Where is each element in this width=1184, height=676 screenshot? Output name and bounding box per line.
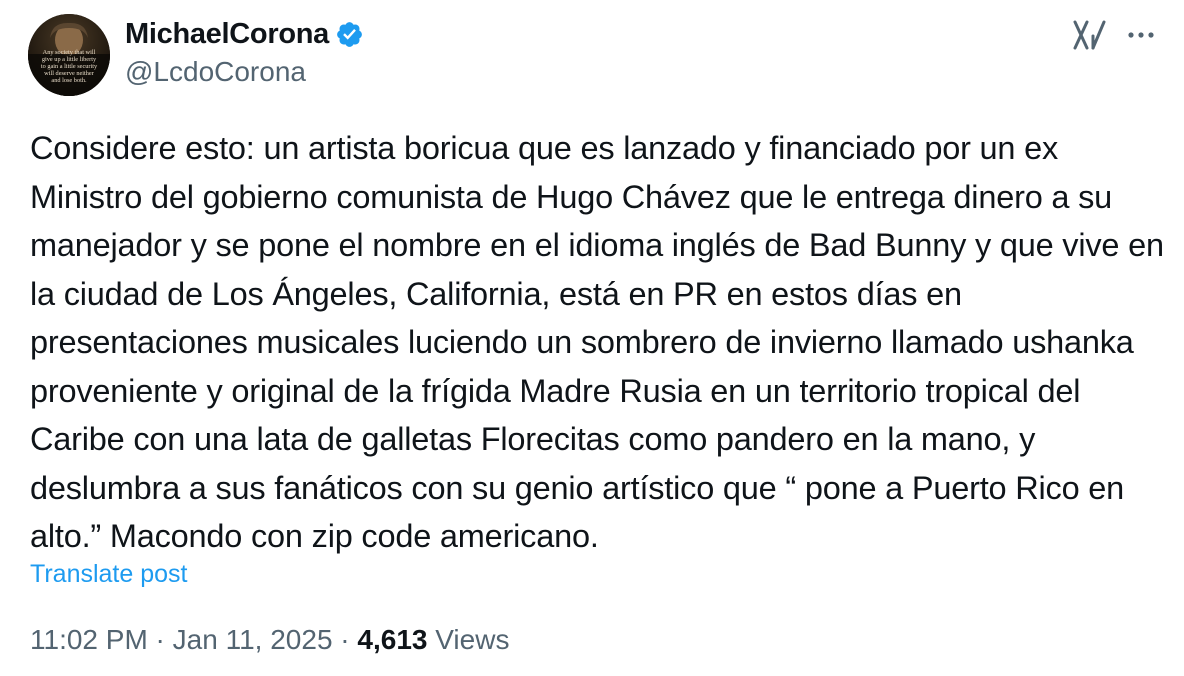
verified-badge-icon xyxy=(335,20,364,49)
avatar[interactable]: Any society that will give up a little l… xyxy=(28,14,110,96)
tweet-date[interactable]: Jan 11, 2025 xyxy=(173,624,333,655)
translate-post-link[interactable]: Translate post xyxy=(30,560,187,589)
views-label: Views xyxy=(435,624,510,655)
tweet-text: Considere esto: un artista boricua que e… xyxy=(30,130,1164,554)
meta-separator: · xyxy=(332,624,358,655)
svg-text:give up a little liberty: give up a little liberty xyxy=(42,56,97,63)
author-handle[interactable]: @LcdoCorona xyxy=(125,56,306,88)
author-name-row: MichaelCorona xyxy=(125,14,364,54)
views-count: 4,613 xyxy=(357,624,428,655)
svg-text:will deserve neither: will deserve neither xyxy=(44,70,95,77)
avatar-quote-text: Any society that will give up a little l… xyxy=(41,49,98,84)
tweet-metadata: 11:02 PM · Jan 11, 2025 · 4,613 Views xyxy=(30,624,509,656)
svg-text:and lose both.: and lose both. xyxy=(51,77,87,84)
svg-text:to gain a little security: to gain a little security xyxy=(41,63,98,70)
tweet-card: Any society that will give up a little l… xyxy=(0,0,1184,676)
tweet-time[interactable]: 11:02 PM xyxy=(30,624,148,655)
more-horizontal-icon[interactable] xyxy=(1124,20,1158,50)
author-display-name[interactable]: MichaelCorona xyxy=(125,18,329,51)
meta-separator: · xyxy=(147,624,173,655)
svg-text:Any society that will: Any society that will xyxy=(43,49,96,56)
grok-icon[interactable] xyxy=(1071,18,1109,52)
